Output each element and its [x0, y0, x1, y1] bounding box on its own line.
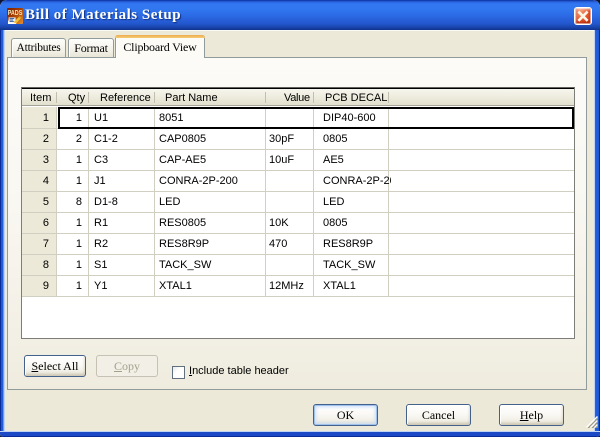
svg-text:PADS: PADS — [8, 8, 23, 17]
